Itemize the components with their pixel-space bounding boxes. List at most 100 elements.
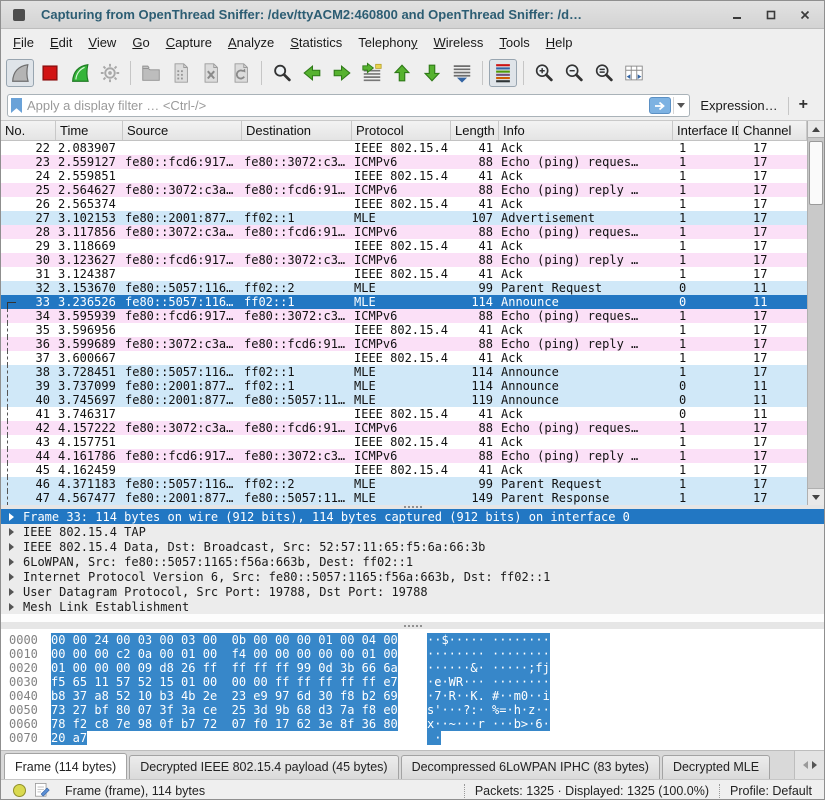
- menu-go[interactable]: Go: [124, 32, 157, 53]
- expand-arrow-icon[interactable]: [9, 528, 14, 536]
- menu-capture[interactable]: Capture: [158, 32, 220, 53]
- minimize-button[interactable]: [730, 8, 744, 22]
- stop-capture-button[interactable]: [36, 59, 64, 87]
- packet-row-32[interactable]: 323.153670fe80::5057:116…ff02::2MLE99Par…: [1, 281, 807, 295]
- packet-row-38[interactable]: 383.728451fe80::5057:116…ff02::1MLE114An…: [1, 365, 807, 379]
- first-packet-button[interactable]: [388, 59, 416, 87]
- packet-row-28[interactable]: 283.117856fe80::3072:c3a…fe80::fcd6:91…I…: [1, 225, 807, 239]
- auto-scroll-button[interactable]: [448, 59, 476, 87]
- status-profile-text[interactable]: Profile: Default: [730, 784, 816, 798]
- maximize-button[interactable]: [764, 8, 778, 22]
- resize-columns-button[interactable]: [620, 59, 648, 87]
- expand-arrow-icon[interactable]: [9, 543, 14, 551]
- hex-ascii[interactable]: ··$····· ········: [427, 633, 557, 647]
- packet-row-36[interactable]: 363.599689fe80::3072:c3a…fe80::fcd6:91…I…: [1, 337, 807, 351]
- expert-info-icon[interactable]: [13, 784, 26, 797]
- packet-row-25[interactable]: 252.564627fe80::3072:c3a…fe80::fcd6:91…I…: [1, 183, 807, 197]
- restart-capture-button[interactable]: [66, 59, 94, 87]
- packet-row-42[interactable]: 424.157222fe80::3072:c3a…fe80::fcd6:91…I…: [1, 421, 807, 435]
- packet-row-24[interactable]: 242.559851IEEE 802.15.441Ack117: [1, 169, 807, 183]
- hex-row-0070[interactable]: 007020 a7 ·: [1, 731, 824, 745]
- menu-tools[interactable]: Tools: [491, 32, 537, 53]
- detail-row-5[interactable]: User Datagram Protocol, Src Port: 19788,…: [1, 584, 824, 599]
- packet-row-29[interactable]: 293.118669IEEE 802.15.441Ack117: [1, 239, 807, 253]
- colorize-button[interactable]: [489, 59, 517, 87]
- column-header-no[interactable]: No.: [1, 121, 56, 140]
- packet-row-45[interactable]: 454.162459IEEE 802.15.441Ack117: [1, 463, 807, 477]
- find-packet-button[interactable]: [268, 59, 296, 87]
- menu-help[interactable]: Help: [538, 32, 581, 53]
- last-packet-button[interactable]: [418, 59, 446, 87]
- zoom-in-button[interactable]: [530, 59, 558, 87]
- filter-bookmark-icon[interactable]: [11, 98, 22, 113]
- hex-ascii[interactable]: ·7·R··K. #··m0··i: [427, 689, 557, 703]
- column-header-destination[interactable]: Destination: [242, 121, 352, 140]
- column-header-time[interactable]: Time: [56, 121, 123, 140]
- capture-comment-icon[interactable]: [34, 782, 51, 799]
- tab-decompressed-6lowpan-iphc-83-bytes[interactable]: Decompressed 6LoWPAN IPHC (83 bytes): [401, 755, 660, 779]
- capture-options-button[interactable]: [6, 59, 34, 87]
- detail-row-2[interactable]: IEEE 802.15.4 Data, Dst: Broadcast, Src:…: [1, 539, 824, 554]
- column-header-interface-id[interactable]: Interface ID: [673, 121, 739, 140]
- zoom-reset-button[interactable]: [590, 59, 618, 87]
- hex-row-0000[interactable]: 000000 00 24 00 03 00 03 00 0b 00 00 00 …: [1, 633, 824, 647]
- packet-row-41[interactable]: 413.746317IEEE 802.15.441Ack011: [1, 407, 807, 421]
- packet-row-40[interactable]: 403.745697fe80::2001:877…fe80::5057:11…M…: [1, 393, 807, 407]
- filter-apply-button[interactable]: [649, 97, 671, 114]
- close-button[interactable]: [798, 8, 812, 22]
- packet-list-scrollbar[interactable]: [807, 121, 824, 505]
- hex-row-0050[interactable]: 005073 27 bf 80 07 3f 3a ce 25 3d 9b 68 …: [1, 703, 824, 717]
- hex-ascii[interactable]: ······&· ·····;fj: [427, 661, 557, 675]
- expand-arrow-icon[interactable]: [9, 588, 14, 596]
- packet-row-39[interactable]: 393.737099fe80::2001:877…ff02::1MLE114An…: [1, 379, 807, 393]
- packet-row-43[interactable]: 434.157751IEEE 802.15.441Ack117: [1, 435, 807, 449]
- previous-packet-button[interactable]: [298, 59, 326, 87]
- packet-row-47[interactable]: 474.567477fe80::2001:877…fe80::5057:11…M…: [1, 491, 807, 505]
- hex-ascii[interactable]: s'···?:· %=·h·z··: [427, 703, 557, 717]
- hex-bytes[interactable]: 00 00 24 00 03 00 03 00 0b 00 00 00 01 0…: [51, 633, 403, 647]
- hex-ascii[interactable]: ·: [427, 731, 557, 745]
- hex-bytes[interactable]: 20 a7: [51, 731, 403, 745]
- hex-bytes[interactable]: 78 f2 c8 7e 98 0f b7 72 07 f0 17 62 3e 8…: [51, 717, 403, 731]
- hex-bytes[interactable]: 73 27 bf 80 07 3f 3a ce 25 3d 9b 68 d3 7…: [51, 703, 403, 717]
- detail-row-0[interactable]: Frame 33: 114 bytes on wire (912 bits), …: [1, 509, 824, 524]
- hex-bytes[interactable]: 00 00 00 c2 0a 00 01 00 f4 00 00 00 00 0…: [51, 647, 403, 661]
- menu-view[interactable]: View: [80, 32, 124, 53]
- scroll-down-button[interactable]: [808, 488, 824, 505]
- menu-wireless[interactable]: Wireless: [426, 32, 492, 53]
- hex-bytes[interactable]: 01 00 00 00 09 d8 26 ff ff ff ff 99 0d 3…: [51, 661, 403, 675]
- menu-edit[interactable]: Edit: [42, 32, 80, 53]
- tab-scroll-right-icon[interactable]: [812, 761, 817, 769]
- hex-row-0040[interactable]: 0040b8 37 a8 52 10 b3 4b 2e 23 e9 97 6d …: [1, 689, 824, 703]
- menu-statistics[interactable]: Statistics: [282, 32, 350, 53]
- packet-row-23[interactable]: 232.559127fe80::fcd6:917…fe80::3072:c3…I…: [1, 155, 807, 169]
- column-header-channel[interactable]: Channel: [739, 121, 807, 140]
- packet-row-27[interactable]: 273.102153fe80::2001:877…ff02::1MLE107Ad…: [1, 211, 807, 225]
- zoom-out-button[interactable]: [560, 59, 588, 87]
- hex-ascii[interactable]: ········ ········: [427, 647, 557, 661]
- packet-row-37[interactable]: 373.600667IEEE 802.15.441Ack117: [1, 351, 807, 365]
- list-details-splitter[interactable]: [1, 505, 824, 509]
- column-header-length[interactable]: Length: [451, 121, 499, 140]
- packet-row-26[interactable]: 262.565374IEEE 802.15.441Ack117: [1, 197, 807, 211]
- tab-scroll-left-icon[interactable]: [803, 761, 808, 769]
- menu-file[interactable]: File: [5, 32, 42, 53]
- hex-ascii[interactable]: x··~···r ···b>·6·: [427, 717, 557, 731]
- expand-arrow-icon[interactable]: [9, 558, 14, 566]
- menu-telephony[interactable]: Telephony: [350, 32, 425, 53]
- filter-dropdown-caret[interactable]: [673, 97, 687, 114]
- app-window-icon[interactable]: [13, 9, 25, 21]
- column-header-source[interactable]: Source: [123, 121, 242, 140]
- go-to-packet-button[interactable]: [358, 59, 386, 87]
- detail-row-4[interactable]: Internet Protocol Version 6, Src: fe80::…: [1, 569, 824, 584]
- details-bytes-splitter[interactable]: [1, 622, 824, 629]
- packet-row-35[interactable]: 353.596956IEEE 802.15.441Ack117: [1, 323, 807, 337]
- scrollbar-thumb[interactable]: [809, 141, 823, 205]
- tab-frame-114-bytes[interactable]: Frame (114 bytes): [4, 753, 127, 779]
- hex-row-0060[interactable]: 006078 f2 c8 7e 98 0f b7 72 07 f0 17 62 …: [1, 717, 824, 731]
- detail-row-6[interactable]: Mesh Link Establishment: [1, 599, 824, 614]
- scroll-up-button[interactable]: [808, 121, 824, 138]
- expand-arrow-icon[interactable]: [9, 513, 14, 521]
- add-filter-button[interactable]: +: [789, 96, 818, 116]
- packet-row-31[interactable]: 313.124387IEEE 802.15.441Ack117: [1, 267, 807, 281]
